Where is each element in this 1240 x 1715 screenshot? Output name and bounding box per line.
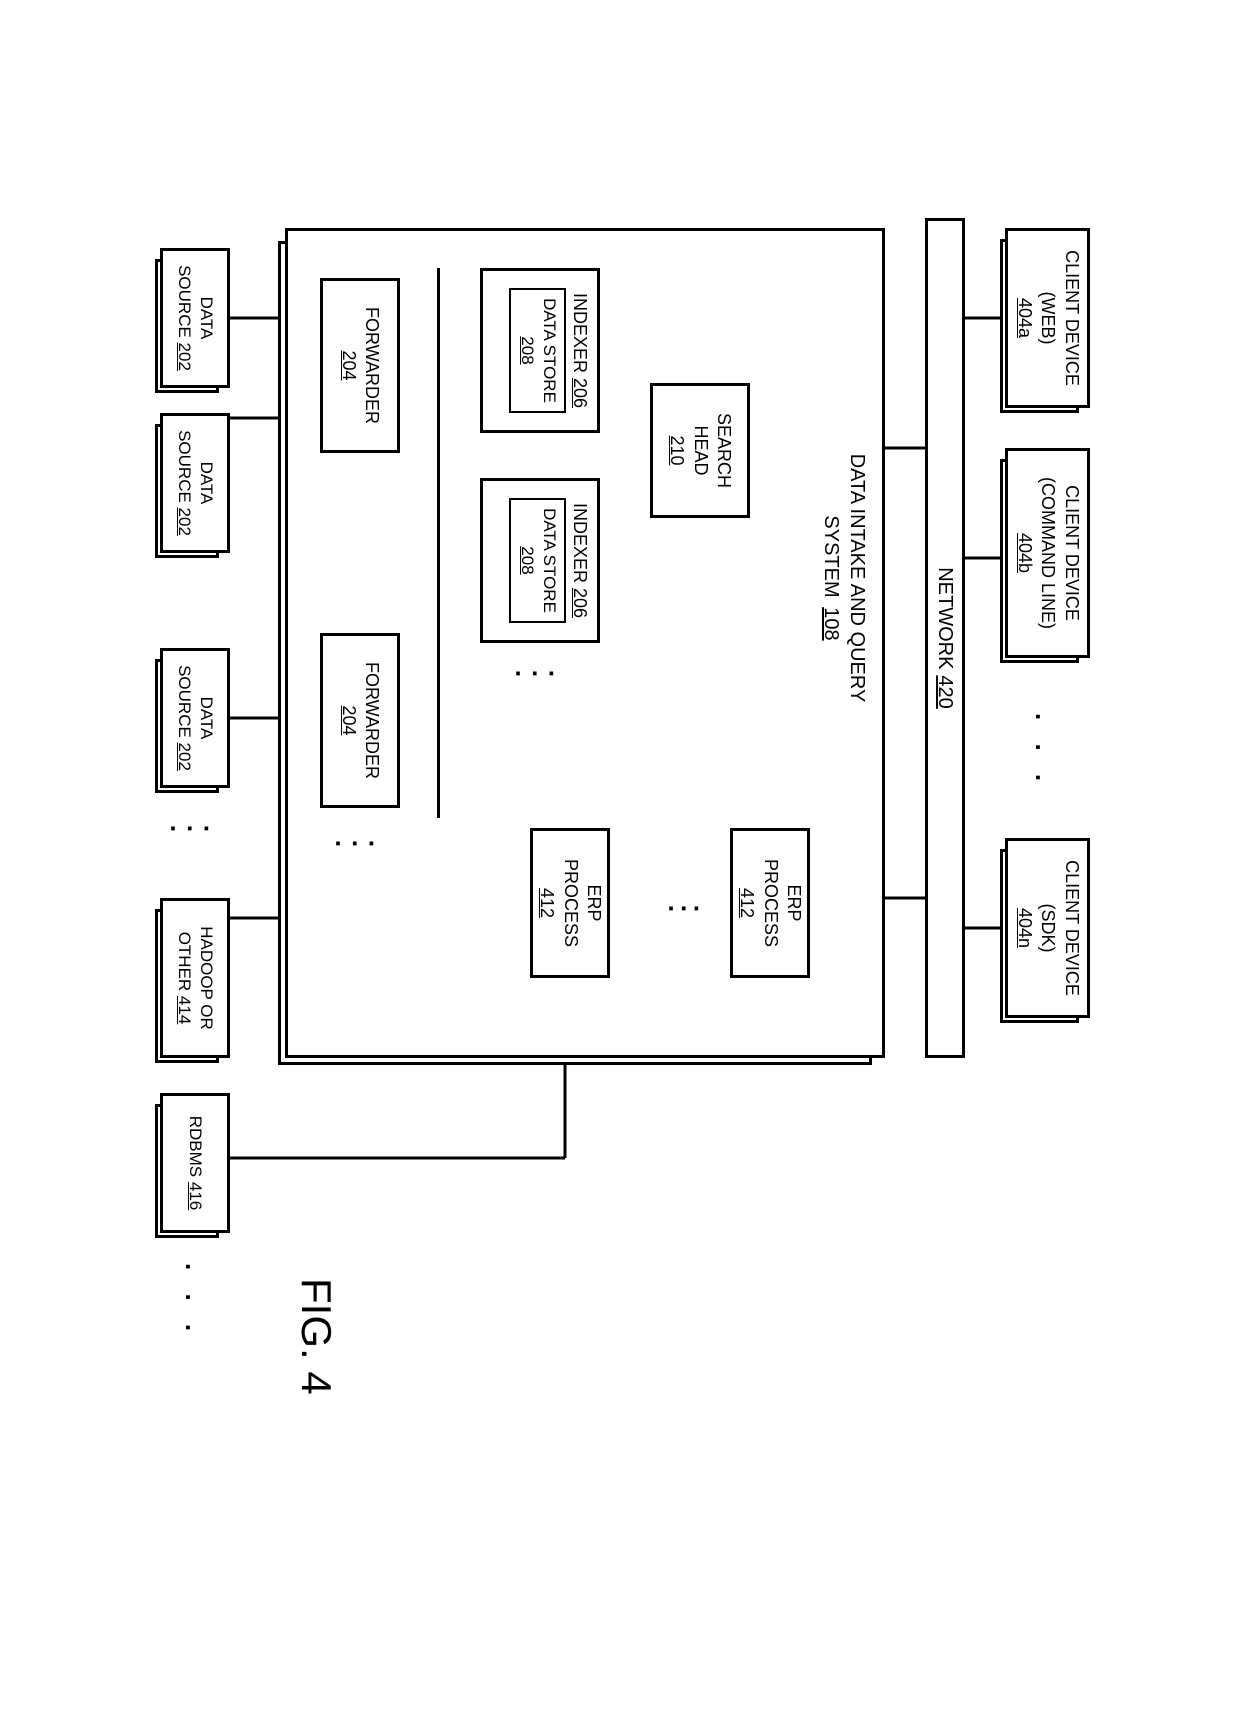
label: SEARCH bbox=[712, 412, 735, 487]
label: SOURCE bbox=[175, 430, 194, 503]
label: CLIENT DEVICE bbox=[1059, 485, 1082, 621]
label: DATA bbox=[195, 461, 217, 504]
ref: 204 bbox=[337, 350, 360, 380]
forwarder-2: FORWARDER 204 bbox=[320, 633, 400, 808]
client-device-sdk: CLIENT DEVICE (SDK) 404n bbox=[1005, 838, 1090, 1018]
label: OTHER bbox=[175, 931, 194, 991]
ellipsis-icon: ··· bbox=[505, 658, 555, 689]
label: INDEXER bbox=[570, 502, 590, 582]
ref: 204 bbox=[337, 705, 360, 735]
ref: 202 bbox=[175, 507, 194, 535]
label: HADOOP OR bbox=[195, 926, 217, 1030]
search-head: SEARCH HEAD 210 bbox=[650, 383, 750, 518]
ref: 412 bbox=[735, 887, 758, 917]
label: PROCESS bbox=[758, 858, 781, 946]
system-label: DATA INTAKE AND QUERY SYSTEM 108 bbox=[818, 418, 870, 738]
data-store: DATA STORE 208 bbox=[509, 288, 565, 413]
label: DATA STORE bbox=[540, 508, 559, 613]
ref: 416 bbox=[186, 1181, 205, 1209]
erp-process-1: ERP PROCESS 412 bbox=[730, 828, 810, 978]
forwarder-1: FORWARDER 204 bbox=[320, 278, 400, 453]
label: (WEB) bbox=[1036, 291, 1059, 344]
data-source-1: DATA SOURCE 202 bbox=[160, 248, 230, 388]
label: SOURCE bbox=[175, 665, 194, 738]
label: CLIENT DEVICE bbox=[1059, 250, 1082, 386]
data-store: DATA STORE 208 bbox=[509, 498, 565, 623]
ref: 420 bbox=[934, 675, 957, 708]
ref: 208 bbox=[518, 336, 537, 364]
ref: 206 bbox=[570, 377, 590, 407]
label: ERP bbox=[582, 884, 605, 921]
label: SOURCE bbox=[175, 265, 194, 338]
data-source-2: DATA SOURCE 202 bbox=[160, 413, 230, 553]
client-device-web: CLIENT DEVICE (WEB) 404a bbox=[1005, 228, 1090, 408]
erp-process-2: ERP PROCESS 412 bbox=[530, 828, 610, 978]
ellipsis-icon: ··· bbox=[662, 893, 700, 924]
ref: 404b bbox=[1012, 532, 1035, 572]
hadoop-box: HADOOP OR OTHER 414 bbox=[160, 898, 230, 1058]
label: PROCESS bbox=[558, 858, 581, 946]
label-line1: DATA INTAKE AND QUERY bbox=[846, 453, 868, 702]
network-bar: NETWORK 420 bbox=[925, 218, 965, 1058]
label: (COMMAND LINE) bbox=[1036, 477, 1059, 629]
label: NETWORK bbox=[934, 567, 957, 669]
label: DATA STORE bbox=[540, 298, 559, 403]
ref: 208 bbox=[518, 546, 537, 574]
label: FORWARDER bbox=[360, 662, 383, 779]
ref: 412 bbox=[535, 887, 558, 917]
ellipsis-icon: . . . bbox=[179, 1263, 210, 1339]
client-device-cli: CLIENT DEVICE (COMMAND LINE) 404b bbox=[1005, 448, 1090, 658]
ref: 404n bbox=[1012, 907, 1035, 947]
ref: 202 bbox=[175, 342, 194, 370]
ref: 206 bbox=[570, 587, 590, 617]
data-source-3: DATA SOURCE 202 bbox=[160, 648, 230, 788]
ellipsis-icon: ··· bbox=[160, 813, 210, 844]
figure-label: FIG. 4 bbox=[292, 1278, 340, 1395]
label: (SDK) bbox=[1036, 903, 1059, 952]
label: INDEXER bbox=[570, 292, 590, 372]
label: HEAD bbox=[688, 425, 711, 475]
ref: 404a bbox=[1012, 297, 1035, 337]
rdbms-box: RDBMS 416 bbox=[160, 1093, 230, 1233]
label: CLIENT DEVICE bbox=[1059, 860, 1082, 996]
label: ERP bbox=[782, 884, 805, 921]
bus-line bbox=[437, 268, 440, 818]
ref: 210 bbox=[665, 435, 688, 465]
label: DATA bbox=[195, 296, 217, 339]
label: FORWARDER bbox=[360, 307, 383, 424]
ref: 414 bbox=[175, 995, 194, 1023]
ellipsis-icon: ··· bbox=[325, 828, 375, 859]
ellipsis-icon: . . . bbox=[1029, 713, 1060, 789]
ref: 202 bbox=[175, 742, 194, 770]
indexer-2: INDEXER 206 DATA STORE 208 bbox=[480, 478, 600, 643]
indexer-1: INDEXER 206 DATA STORE 208 bbox=[480, 268, 600, 433]
label-line2: SYSTEM bbox=[820, 515, 842, 597]
ref: 108 bbox=[820, 607, 842, 640]
label: DATA bbox=[195, 696, 217, 739]
label: RDBMS bbox=[186, 1115, 205, 1176]
